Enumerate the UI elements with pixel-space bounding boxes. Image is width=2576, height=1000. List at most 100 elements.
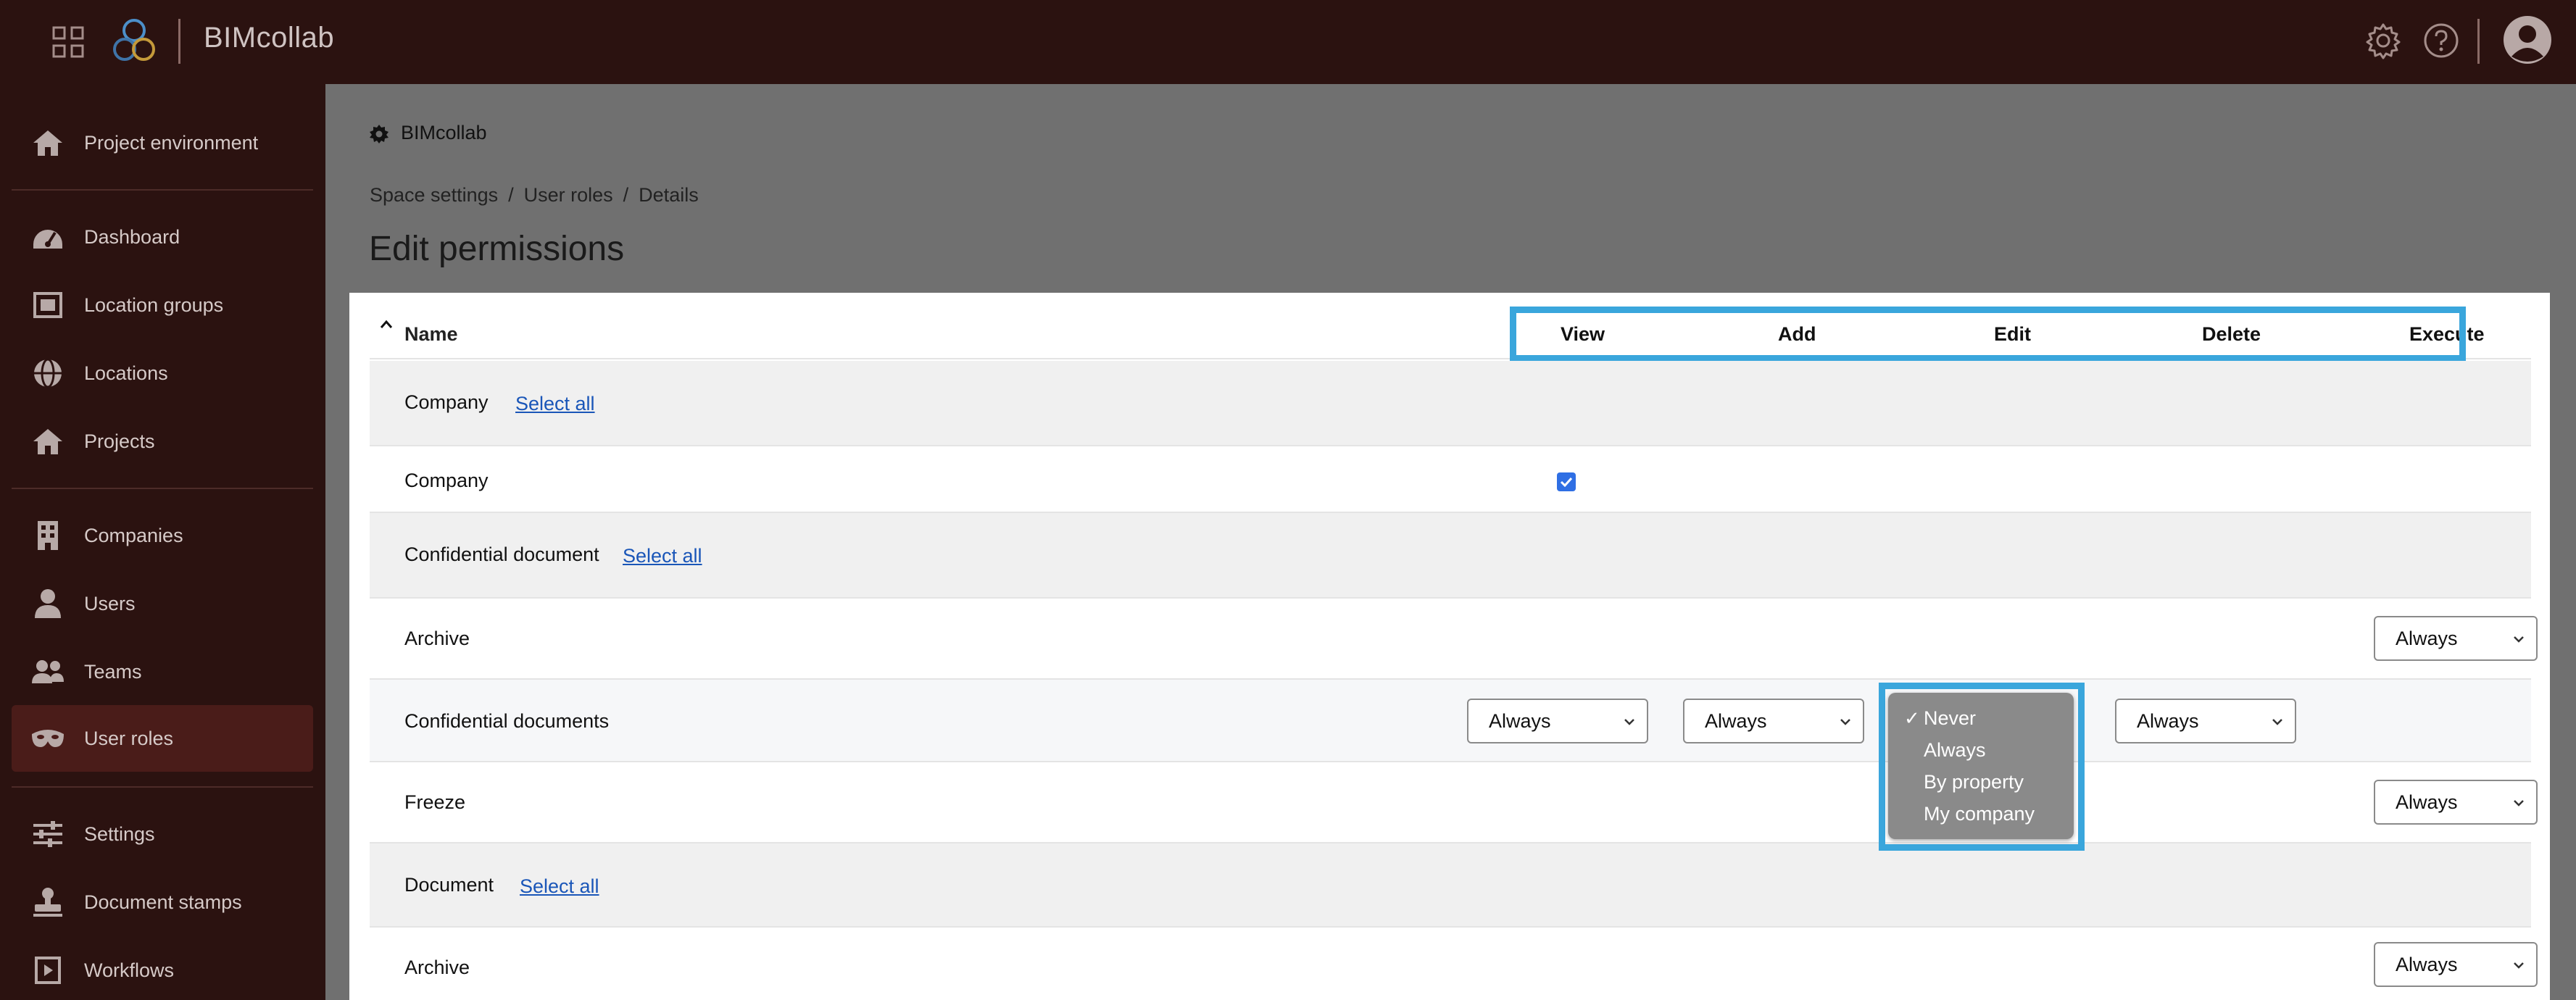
dropdown-option-always[interactable]: Always xyxy=(1924,739,1986,762)
execute-select[interactable]: Always xyxy=(2374,780,2538,825)
row-name: Confidential documents xyxy=(404,710,610,732)
add-select[interactable]: Always xyxy=(1683,699,1864,743)
dropdown-option-my-company[interactable]: My company xyxy=(1924,803,2035,825)
gear-icon xyxy=(370,125,389,143)
select-all-link[interactable]: Select all xyxy=(520,875,599,898)
name-column-header[interactable]: Name xyxy=(404,323,458,346)
delete-select[interactable]: Always xyxy=(2115,699,2296,743)
breadcrumb-item-user-roles[interactable]: User roles xyxy=(524,184,613,206)
sidebar-item-label: Companies xyxy=(84,524,183,546)
sidebar-item-locations[interactable]: Locations xyxy=(12,340,313,407)
table-row: Freeze Always xyxy=(370,762,2538,843)
table-row: Archive Always xyxy=(370,928,2538,1000)
chevron-down-icon xyxy=(1624,719,1634,725)
sidebar-item-label: Document stamps xyxy=(84,891,242,913)
sidebar: Project environment Dashboard Location g… xyxy=(0,84,325,1000)
globe-icon xyxy=(30,356,65,391)
breadcrumb: Space settings / User roles / Details xyxy=(370,184,699,207)
brand-name: BIMcollab xyxy=(204,22,335,54)
select-value: Always xyxy=(2396,627,2458,649)
row-name: Document xyxy=(404,874,494,896)
table-row: Archive Always xyxy=(370,599,2538,680)
sidebar-item-label: Location groups xyxy=(84,293,224,316)
help-icon[interactable] xyxy=(2422,22,2460,59)
sidebar-item-dashboard[interactable]: Dashboard xyxy=(12,204,313,270)
sort-ascending-icon[interactable] xyxy=(380,319,393,329)
select-value: Always xyxy=(1489,709,1551,732)
sidebar-item-location-groups[interactable]: Location groups xyxy=(12,272,313,338)
table-row: Confidential documents Always Always Alw… xyxy=(370,680,2531,762)
stamp-icon xyxy=(30,885,65,920)
select-value: Always xyxy=(2396,953,2458,975)
execute-select[interactable]: Always xyxy=(2374,942,2538,987)
sidebar-item-projects[interactable]: Projects xyxy=(12,408,313,475)
user-icon xyxy=(30,586,65,621)
table-row: Company Select all xyxy=(370,361,2531,446)
sidebar-item-label: User roles xyxy=(84,727,174,749)
dropdown-option-never[interactable]: Never xyxy=(1924,707,1976,730)
breadcrumb-item-details: Details xyxy=(639,184,699,206)
gear-icon[interactable] xyxy=(2364,22,2402,59)
table-row: Company xyxy=(370,446,2531,513)
edit-dropdown-menu: ✓ Never Always By property My company xyxy=(1888,693,2074,839)
execute-select[interactable]: Always xyxy=(2374,616,2538,661)
select-value: Always xyxy=(2137,709,2199,732)
row-name: Freeze xyxy=(404,791,466,813)
select-value: Always xyxy=(2396,791,2458,813)
sidebar-item-label: Teams xyxy=(84,660,142,683)
sidebar-divider xyxy=(12,189,313,191)
top-divider xyxy=(2477,19,2480,64)
row-name: Archive xyxy=(404,628,470,649)
breadcrumb-item-space-settings[interactable]: Space settings xyxy=(370,184,498,206)
sidebar-item-project-environment[interactable]: Project environment xyxy=(12,109,313,176)
sidebar-item-teams[interactable]: Teams xyxy=(12,638,313,705)
sidebar-item-user-roles[interactable]: User roles xyxy=(12,705,313,772)
select-all-link[interactable]: Select all xyxy=(623,545,702,567)
row-name: Company xyxy=(404,391,489,413)
view-checkbox[interactable] xyxy=(1557,472,1576,491)
sidebar-item-workflows[interactable]: Workflows xyxy=(12,937,313,1000)
sidebar-item-users[interactable]: Users xyxy=(12,570,313,637)
workflow-icon xyxy=(30,953,65,988)
top-bar: BIMcollab xyxy=(0,0,2576,84)
permissions-table: Name View Add Edit Delete Execute Compan… xyxy=(349,293,2550,1000)
chevron-down-icon xyxy=(2514,636,2524,643)
sidebar-item-label: Workflows xyxy=(84,959,175,981)
space-name: BIMcollab xyxy=(401,122,487,143)
sidebar-item-label: Projects xyxy=(84,430,155,452)
sidebar-item-companies[interactable]: Companies xyxy=(12,502,313,569)
mask-icon xyxy=(30,721,65,756)
breadcrumb-separator: / xyxy=(623,184,629,206)
checkmark-icon: ✓ xyxy=(1904,707,1920,729)
sidebar-item-label: Users xyxy=(84,592,136,614)
app-grid-icon[interactable] xyxy=(52,26,84,58)
chevron-down-icon xyxy=(1840,719,1850,725)
sidebar-item-label: Project environment xyxy=(84,131,259,154)
sidebar-divider xyxy=(12,488,313,489)
page-title: Edit permissions xyxy=(369,230,625,268)
gauge-icon xyxy=(30,220,65,254)
sidebar-divider xyxy=(12,786,313,788)
brand-divider xyxy=(178,19,180,64)
home-icon xyxy=(30,424,65,459)
building-icon xyxy=(30,518,65,553)
location-groups-icon xyxy=(30,288,65,322)
sliders-icon xyxy=(30,817,65,851)
view-select[interactable]: Always xyxy=(1467,699,1648,743)
sidebar-item-document-stamps[interactable]: Document stamps xyxy=(12,869,313,936)
breadcrumb-separator: / xyxy=(508,184,514,206)
select-value: Always xyxy=(1705,709,1767,732)
chevron-down-icon xyxy=(2514,800,2524,807)
user-avatar-icon[interactable] xyxy=(2502,14,2553,65)
chevron-down-icon xyxy=(2272,719,2282,725)
sidebar-item-label: Settings xyxy=(84,822,155,845)
chevron-down-icon xyxy=(2514,962,2524,969)
column-headers-highlight xyxy=(1510,307,2466,362)
select-all-link[interactable]: Select all xyxy=(515,393,595,415)
dropdown-option-by-property[interactable]: By property xyxy=(1924,771,2024,793)
sidebar-item-settings[interactable]: Settings xyxy=(12,801,313,867)
table-row: Confidential document Select all xyxy=(370,513,2531,599)
row-name: Archive xyxy=(404,957,470,978)
sidebar-item-label: Locations xyxy=(84,362,168,384)
sidebar-item-label: Dashboard xyxy=(84,225,180,248)
